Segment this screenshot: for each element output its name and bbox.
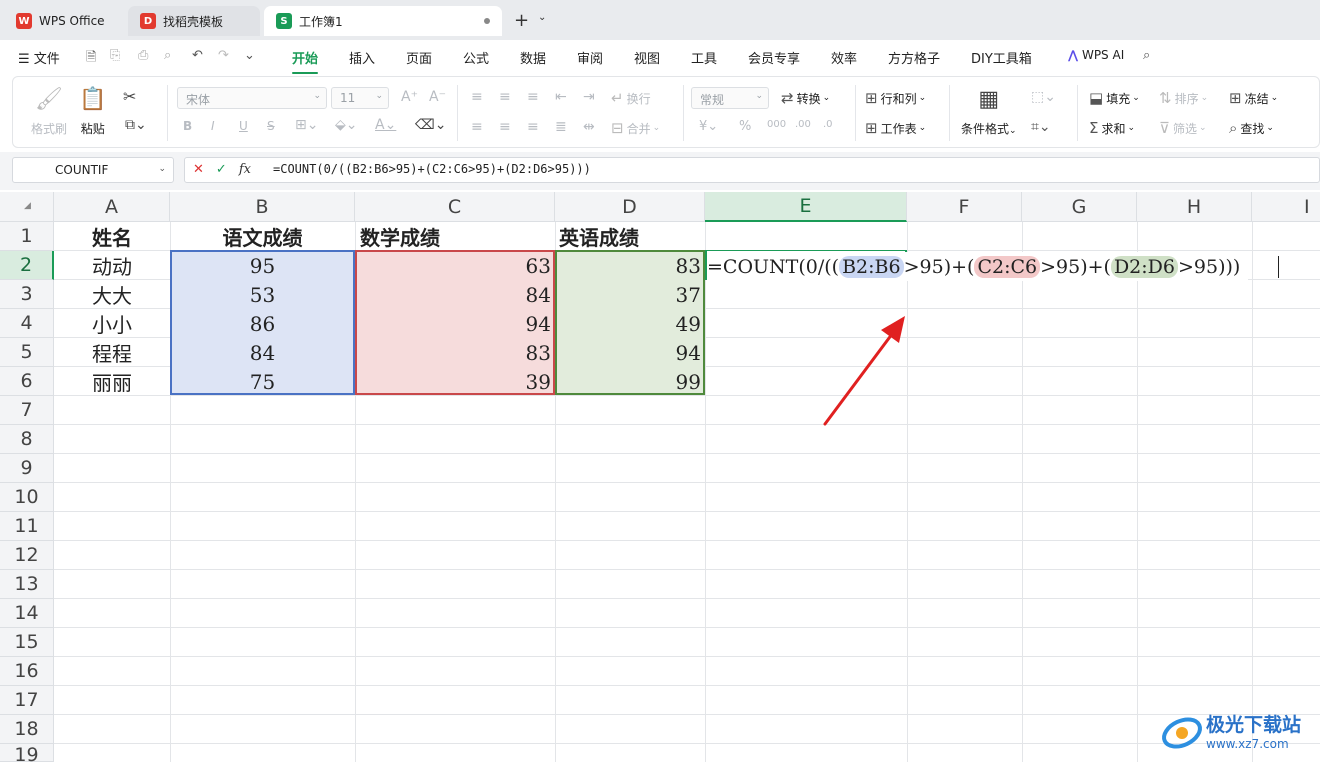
annotation-arrow: [823, 316, 905, 426]
watermark-logo-icon: [1162, 716, 1202, 749]
watermark-title: 极光下载站: [1206, 714, 1302, 736]
watermark-text: 极光下载站 www.xz7.com: [1206, 710, 1301, 751]
watermark-url: www.xz7.com: [1206, 737, 1289, 751]
watermark: 极光下载站 www.xz7.com: [1160, 710, 1301, 751]
